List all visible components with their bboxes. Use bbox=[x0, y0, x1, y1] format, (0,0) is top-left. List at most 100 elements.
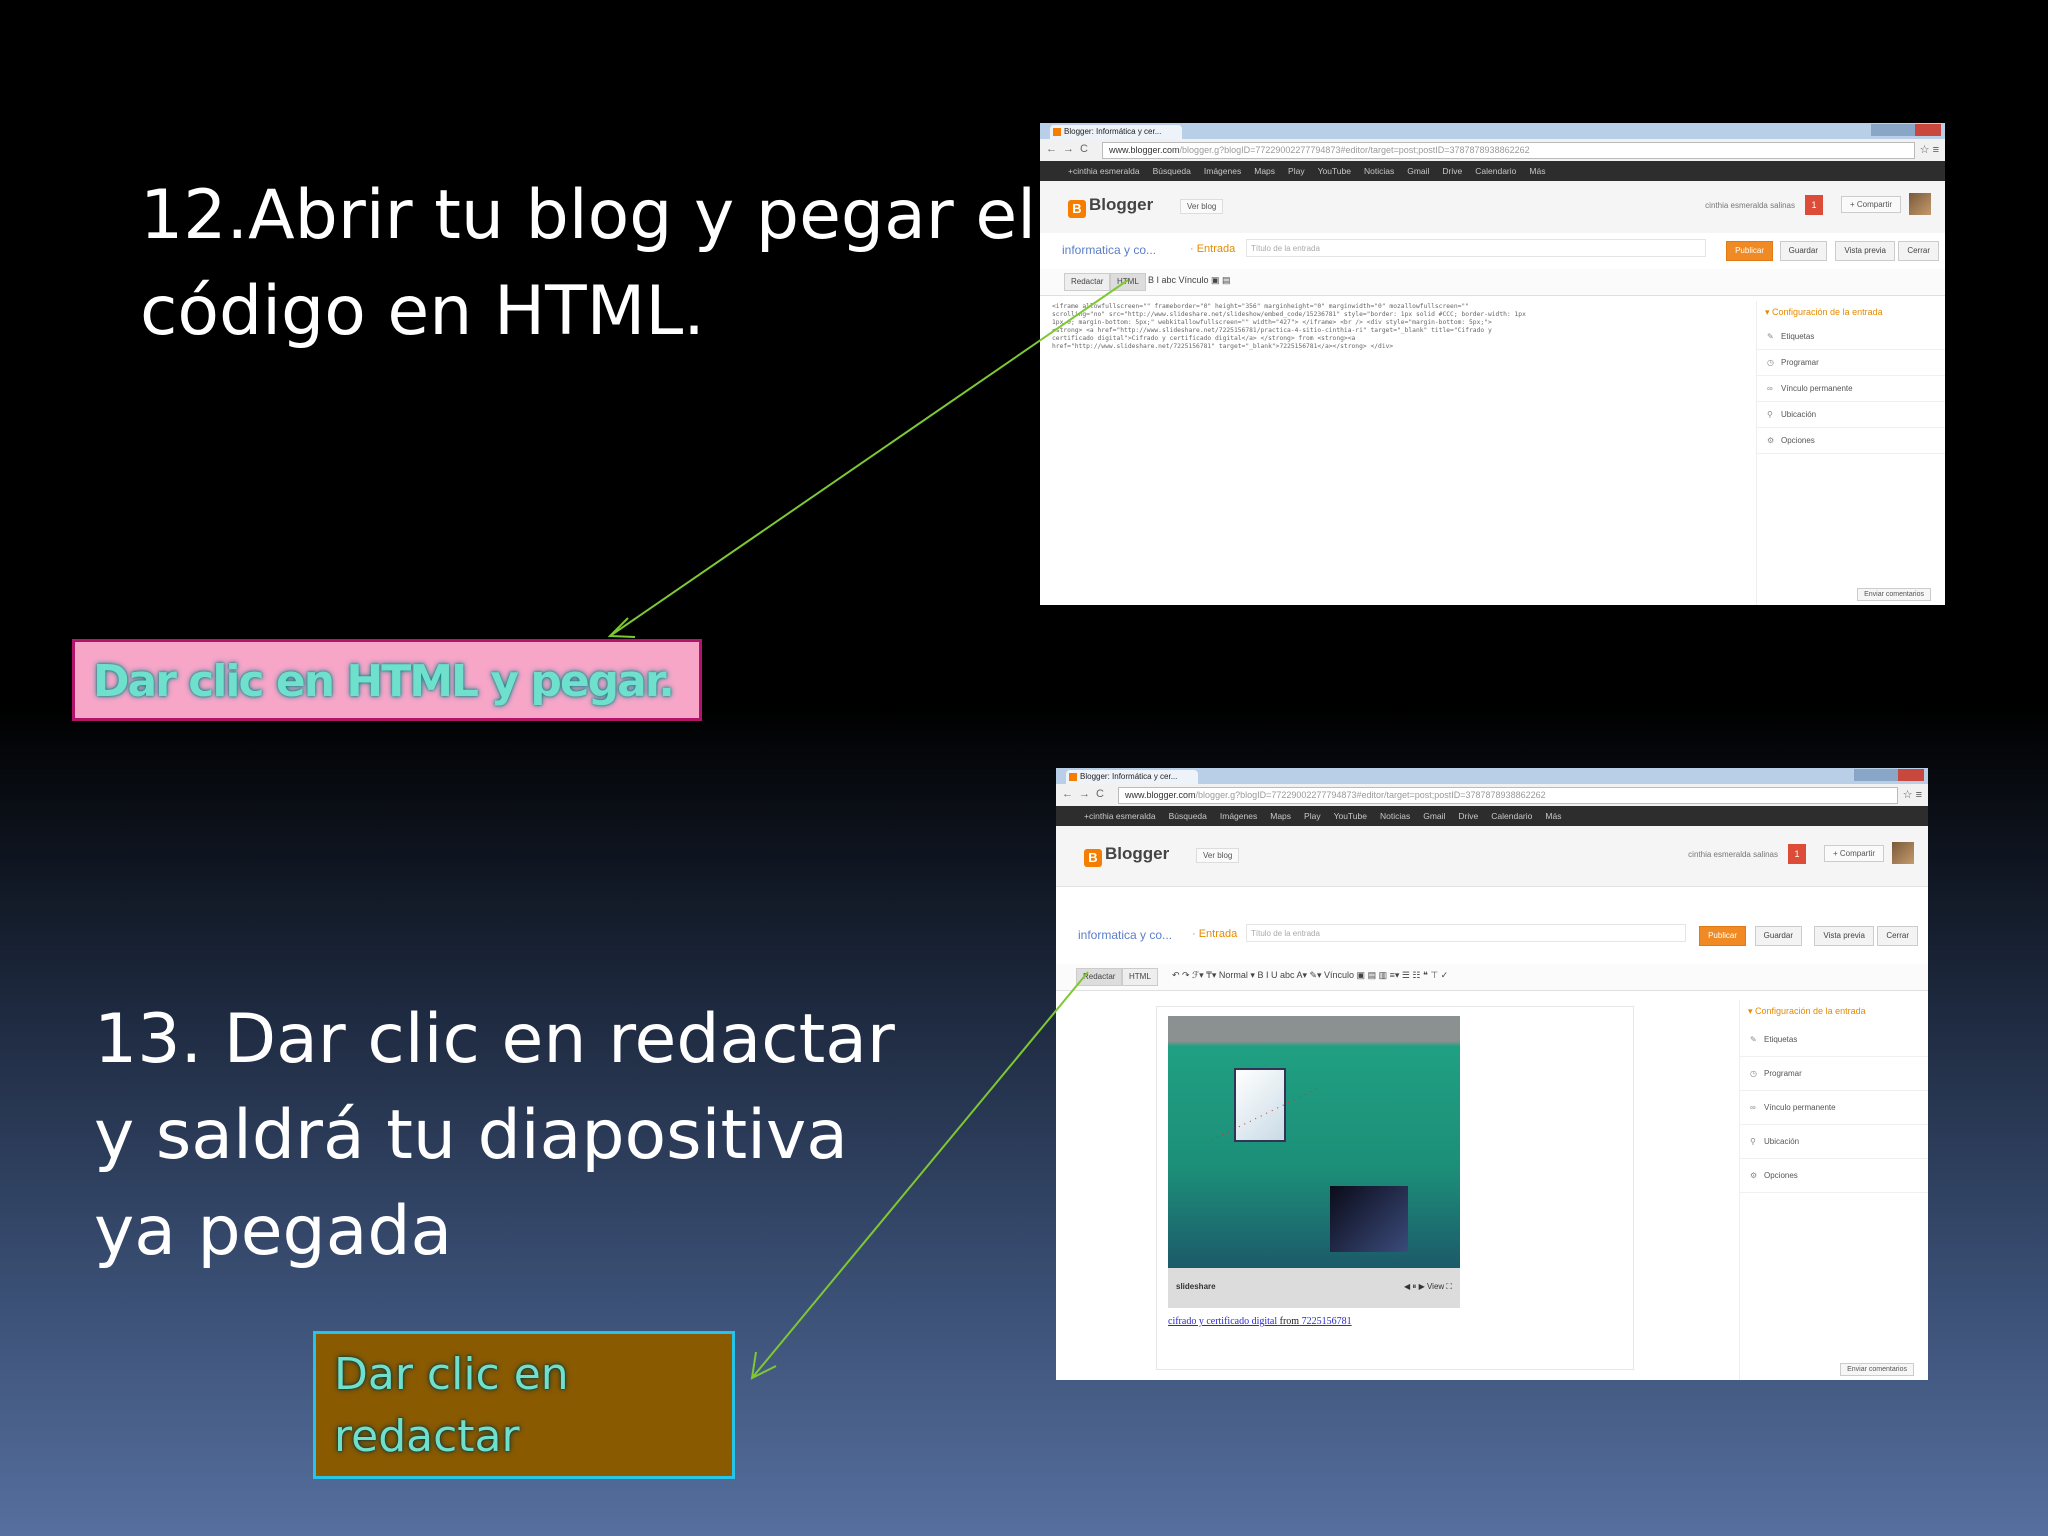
window-controls[interactable] bbox=[1854, 769, 1924, 781]
sidebar-item-etiquetas[interactable]: ✎ Etiquetas bbox=[1757, 324, 1945, 350]
gbar-item[interactable]: Maps bbox=[1270, 811, 1291, 821]
step13-line2: y saldrá tu diapositiva bbox=[94, 1096, 848, 1175]
tab-html[interactable]: HTML bbox=[1110, 273, 1146, 291]
star-menu-icon[interactable]: ☆ ≡ bbox=[1920, 143, 1939, 156]
slideshare-embed[interactable]: · · · · · · · · · · · · · · · · · · · · … bbox=[1168, 1016, 1460, 1308]
slide-title-link[interactable]: cifrado y certificado digital bbox=[1168, 1316, 1277, 1327]
sidebar-item-etiquetas[interactable]: ✎ Etiquetas bbox=[1740, 1023, 1928, 1057]
nav-buttons-icon[interactable]: ←→C bbox=[1062, 788, 1110, 800]
html-code-area[interactable]: <iframe allowfullscreen="" frameborder="… bbox=[1052, 303, 1732, 351]
gbar-item[interactable]: Noticias bbox=[1380, 811, 1410, 821]
sidebar-item-label: Ubicación bbox=[1781, 410, 1817, 419]
tab-redactar[interactable]: Redactar bbox=[1076, 968, 1123, 986]
browser-tab[interactable]: Blogger: Informática y cer... bbox=[1066, 770, 1198, 784]
gbar-item[interactable]: Calendario bbox=[1475, 166, 1516, 176]
settings-title[interactable]: ▾ Configuración de la entrada bbox=[1740, 1000, 1928, 1023]
sidebar-item-vinculo[interactable]: ∞ Vínculo permanente bbox=[1757, 376, 1945, 402]
step12-instruction: 12.Abrir tu blog y pegar el código en HT… bbox=[140, 168, 1036, 360]
google-bar: +cinthia esmeralda Búsqueda Imágenes Maps Pl… bbox=[1040, 161, 1945, 181]
post-title-input[interactable]: Título de la entrada bbox=[1246, 924, 1686, 942]
blogger-logo[interactable]: B Blogger bbox=[1084, 844, 1169, 867]
sidebar-item-programar[interactable]: ◷ Programar bbox=[1757, 350, 1945, 376]
from-label: from bbox=[1279, 1316, 1300, 1327]
notification-badge[interactable]: 1 bbox=[1805, 195, 1823, 215]
feedback-button[interactable]: Enviar comentarios bbox=[1840, 1363, 1914, 1376]
ver-blog-button[interactable]: Ver blog bbox=[1180, 199, 1224, 214]
window-controls[interactable] bbox=[1871, 124, 1941, 136]
preview-button[interactable]: Vista previa bbox=[1814, 926, 1874, 946]
gbar-item[interactable]: Más bbox=[1529, 166, 1545, 176]
gbar-item[interactable]: Búsqueda bbox=[1169, 811, 1207, 821]
sidebar-item-ubicacion[interactable]: ⚲ Ubicación bbox=[1740, 1125, 1928, 1159]
gbar-item[interactable]: +cinthia esmeralda bbox=[1084, 811, 1156, 821]
close-button[interactable]: Cerrar bbox=[1898, 241, 1939, 261]
gbar-item[interactable]: YouTube bbox=[1334, 811, 1367, 821]
step13-instruction: 13. Dar clic en redactar y saldrá tu dia… bbox=[94, 992, 895, 1280]
sidebar-item-label: Vínculo permanente bbox=[1781, 384, 1853, 393]
save-button[interactable]: Guardar bbox=[1754, 926, 1802, 946]
blogger-header: B Blogger Ver blog cinthia esmeralda sali… bbox=[1056, 826, 1928, 887]
gbar-item[interactable]: Imágenes bbox=[1220, 811, 1257, 821]
gbar-item[interactable]: Más bbox=[1545, 811, 1561, 821]
avatar[interactable] bbox=[1892, 842, 1914, 864]
sidebar-item-opciones[interactable]: ⚙ Opciones bbox=[1740, 1159, 1928, 1193]
preview-button[interactable]: Vista previa bbox=[1835, 241, 1895, 261]
save-button[interactable]: Guardar bbox=[1779, 241, 1827, 261]
gbar-item[interactable]: Calendario bbox=[1491, 811, 1532, 821]
tab-redactar[interactable]: Redactar bbox=[1064, 273, 1111, 291]
nav-buttons-icon[interactable]: ←→C bbox=[1046, 143, 1094, 155]
settings-title[interactable]: ▾ Configuración de la entrada bbox=[1757, 301, 1945, 324]
feedback-button[interactable]: Enviar comentarios bbox=[1857, 588, 1931, 601]
blog-name[interactable]: informatica y co... bbox=[1062, 243, 1156, 257]
gbar-item[interactable]: Drive bbox=[1442, 166, 1462, 176]
location-icon: ⚲ bbox=[1750, 1137, 1756, 1146]
post-title-input[interactable]: Título de la entrada bbox=[1246, 239, 1706, 257]
ver-blog-button[interactable]: Ver blog bbox=[1196, 848, 1240, 863]
gbar-item[interactable]: Play bbox=[1288, 166, 1305, 176]
publish-button[interactable]: Publicar bbox=[1726, 241, 1773, 261]
format-tools[interactable]: ↶ ↷ ℱ▾ ₸▾ Normal ▾ B I U abc A▾ ✎▾ Víncu… bbox=[1172, 970, 1448, 981]
notification-badge[interactable]: 1 bbox=[1788, 844, 1806, 864]
address-bar[interactable]: www.blogger.com/blogger.g?blogID=7722900… bbox=[1102, 142, 1915, 159]
callout2-line1: Dar clic en bbox=[334, 1349, 569, 1400]
post-settings-sidebar: ▾ Configuración de la entrada ✎ Etiquetas… bbox=[1739, 1000, 1928, 1380]
avatar[interactable] bbox=[1909, 193, 1931, 215]
blog-name[interactable]: informatica y co... bbox=[1078, 928, 1172, 942]
gbar-item[interactable]: Gmail bbox=[1423, 811, 1445, 821]
entrada-label: · Entrada bbox=[1192, 928, 1238, 940]
sidebar-item-vinculo[interactable]: ∞ Vínculo permanente bbox=[1740, 1091, 1928, 1125]
gbar-item[interactable]: YouTube bbox=[1318, 166, 1351, 176]
share-button[interactable]: + Compartir bbox=[1840, 196, 1901, 213]
sidebar-item-opciones[interactable]: ⚙ Opciones bbox=[1757, 428, 1945, 454]
format-tools[interactable]: B I abc Vínculo ▣ ▤ bbox=[1148, 275, 1231, 286]
share-button[interactable]: + Compartir bbox=[1823, 845, 1884, 862]
user-name[interactable]: cinthia esmeralda salinas bbox=[1688, 850, 1778, 859]
browser-tabbar: Blogger: Informática y cer... bbox=[1056, 768, 1928, 784]
address-bar[interactable]: www.blogger.com/blogger.g?blogID=7722900… bbox=[1118, 787, 1898, 804]
code-line: href="http://www.slideshare.net/72251567… bbox=[1052, 343, 1394, 350]
publish-button[interactable]: Publicar bbox=[1699, 926, 1746, 946]
post-settings-sidebar: ▾ Configuración de la entrada ✎ Etiquetas… bbox=[1756, 301, 1945, 605]
browser-tab[interactable]: Blogger: Informática y cer... bbox=[1050, 125, 1182, 139]
close-button[interactable]: Cerrar bbox=[1877, 926, 1918, 946]
post-bar: informatica y co... · Entrada Título de … bbox=[1056, 918, 1928, 954]
star-menu-icon[interactable]: ☆ ≡ bbox=[1903, 788, 1922, 801]
url-host: www.blogger.com bbox=[1109, 145, 1180, 155]
editor-toolbar: Redactar HTML B I abc Vínculo ▣ ▤ bbox=[1040, 269, 1945, 296]
author-link[interactable]: 7225156781 bbox=[1302, 1316, 1352, 1327]
gbar-item[interactable]: Imágenes bbox=[1204, 166, 1241, 176]
gbar-item[interactable]: Drive bbox=[1458, 811, 1478, 821]
sidebar-item-ubicacion[interactable]: ⚲ Ubicación bbox=[1757, 402, 1945, 428]
gbar-item[interactable]: Gmail bbox=[1407, 166, 1429, 176]
sidebar-item-label: Opciones bbox=[1781, 436, 1815, 445]
sidebar-item-programar[interactable]: ◷ Programar bbox=[1740, 1057, 1928, 1091]
tab-html[interactable]: HTML bbox=[1122, 968, 1158, 986]
blogger-logo[interactable]: B Blogger bbox=[1068, 195, 1153, 218]
gbar-item[interactable]: Play bbox=[1304, 811, 1321, 821]
gbar-item[interactable]: Maps bbox=[1254, 166, 1275, 176]
gbar-item[interactable]: Noticias bbox=[1364, 166, 1394, 176]
gbar-item[interactable]: Búsqueda bbox=[1153, 166, 1191, 176]
user-name[interactable]: cinthia esmeralda salinas bbox=[1705, 201, 1795, 210]
play-controls-icon[interactable]: ◀ ⏸ ▶ View ⛶ bbox=[1404, 1282, 1452, 1292]
gbar-item[interactable]: +cinthia esmeralda bbox=[1068, 166, 1140, 176]
